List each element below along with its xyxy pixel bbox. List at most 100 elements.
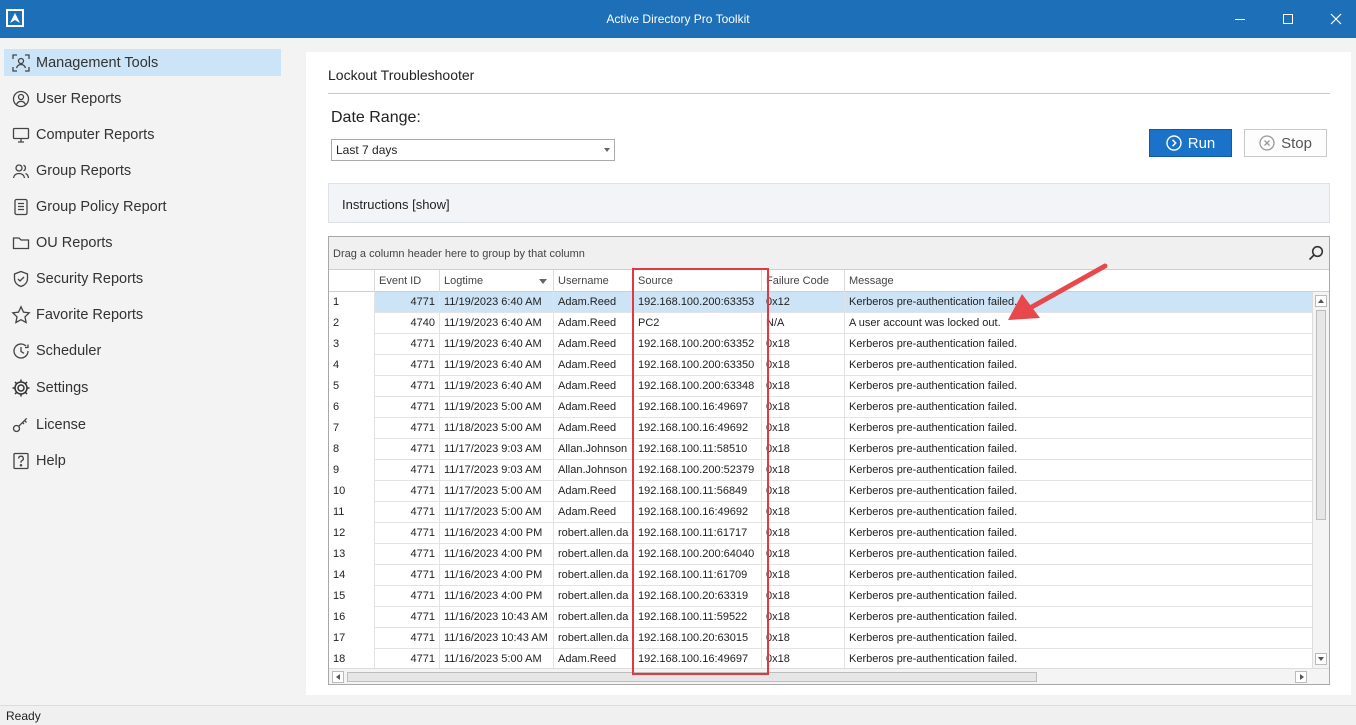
key-icon (4, 416, 34, 434)
cell-message: Kerberos pre-authentication failed. (844, 397, 1312, 418)
column-header-message[interactable]: Message (844, 270, 1329, 292)
cell-failure-code: 0x18 (761, 586, 844, 607)
table-row[interactable]: 16 4771 11/16/2023 10:43 AM robert.allen.da… (329, 607, 1312, 628)
cell-message: Kerberos pre-authentication failed. (844, 628, 1312, 649)
scroll-down-icon[interactable] (1315, 653, 1327, 665)
sidebar-item-label: OU Reports (36, 234, 113, 251)
sidebar-item-label: User Reports (36, 90, 122, 107)
table-row[interactable]: 15 4771 11/16/2023 4:00 PM robert.allen.da 1… (329, 586, 1312, 607)
table-row[interactable]: 11 4771 11/17/2023 5:00 AM Adam.Reed 192.168… (329, 502, 1312, 523)
sidebar-item-help[interactable]: Help (4, 447, 281, 474)
table-row[interactable]: 6 4771 11/19/2023 5:00 AM Adam.Reed 192.168.… (329, 397, 1312, 418)
table-row[interactable]: 10 4771 11/17/2023 5:00 AM Adam.Reed 192.168… (329, 481, 1312, 502)
cell-failure-code: 0x18 (761, 523, 844, 544)
sidebar-item-user-reports[interactable]: User Reports (4, 85, 281, 112)
scroll-left-icon[interactable] (332, 671, 344, 683)
cell-message: Kerberos pre-authentication failed. (844, 586, 1312, 607)
scroll-thumb[interactable] (1316, 310, 1326, 520)
stop-button-label: Stop (1281, 134, 1312, 152)
run-button[interactable]: Run (1149, 129, 1232, 157)
group-by-panel[interactable]: Drag a column header here to group by th… (329, 237, 1329, 270)
scroll-thumb-horizontal[interactable] (347, 672, 1037, 682)
cell-failure-code: 0x18 (761, 544, 844, 565)
row-number: 14 (329, 565, 374, 586)
cell-logtime: 11/19/2023 5:00 AM (439, 397, 553, 418)
cell-failure-code: 0x18 (761, 481, 844, 502)
cell-event-id: 4771 (374, 418, 439, 439)
cell-message: A user account was locked out. (844, 313, 1312, 334)
sidebar-item-group-reports[interactable]: Group Reports (4, 157, 281, 184)
table-row[interactable]: 2 4740 11/19/2023 6:40 AM Adam.Reed PC2 N/A A … (329, 313, 1312, 334)
cell-logtime: 11/16/2023 4:00 PM (439, 586, 553, 607)
cell-failure-code: 0x18 (761, 397, 844, 418)
cell-event-id: 4771 (374, 628, 439, 649)
cell-event-id: 4771 (374, 376, 439, 397)
cell-failure-code: 0x12 (761, 292, 844, 313)
maximize-button[interactable] (1264, 0, 1312, 38)
close-icon (1330, 13, 1342, 25)
table-row[interactable]: 9 4771 11/17/2023 9:03 AM Allan.Johnson 192.… (329, 460, 1312, 481)
table-row[interactable]: 5 4771 11/19/2023 6:40 AM Adam.Reed 192.168.… (329, 376, 1312, 397)
cell-logtime: 11/17/2023 9:03 AM (439, 439, 553, 460)
column-header-logtime[interactable]: Logtime (439, 270, 553, 292)
vertical-scrollbar[interactable] (1312, 292, 1329, 668)
table-row[interactable]: 14 4771 11/16/2023 4:00 PM robert.allen.da 1… (329, 565, 1312, 586)
cell-source: 192.168.100.200:64040 (633, 544, 761, 565)
scroll-up-icon[interactable] (1315, 295, 1327, 307)
sidebar-item-label: Help (36, 452, 66, 469)
stop-button[interactable]: Stop (1244, 129, 1327, 157)
column-header-username[interactable]: Username (553, 270, 633, 292)
grid-header: Event ID Logtime Username Source Failure… (329, 270, 1329, 292)
table-row[interactable]: 17 4771 11/16/2023 10:43 AM robert.allen.da… (329, 628, 1312, 649)
divider (328, 93, 1330, 94)
cell-message: Kerberos pre-authentication failed. (844, 502, 1312, 523)
gear-icon (4, 378, 34, 398)
search-icon[interactable] (1308, 245, 1324, 264)
cell-source: 192.168.100.16:49692 (633, 502, 761, 523)
cell-failure-code: 0x18 (761, 439, 844, 460)
cell-event-id: 4771 (374, 607, 439, 628)
sidebar-item-label: Scheduler (36, 342, 102, 359)
date-range-value: Last 7 days (336, 143, 398, 157)
sidebar-item-group-policy-report[interactable]: Group Policy Report (4, 193, 281, 220)
table-row[interactable]: 18 4771 11/16/2023 5:00 AM Adam.Reed 192.168… (329, 649, 1312, 668)
sidebar-item-ou-reports[interactable]: OU Reports (4, 229, 281, 256)
user-circle-icon (4, 90, 34, 108)
horizontal-scrollbar[interactable] (329, 668, 1329, 684)
instructions-toggle[interactable]: Instructions [show] (328, 183, 1330, 223)
group-icon (4, 162, 34, 180)
column-header-event-id[interactable]: Event ID (374, 270, 439, 292)
cell-username: robert.allen.da (553, 544, 633, 565)
cell-event-id: 4771 (374, 586, 439, 607)
column-header-failure-code[interactable]: Failure Code (761, 270, 844, 292)
cell-failure-code: 0x18 (761, 418, 844, 439)
table-row[interactable]: 13 4771 11/16/2023 4:00 PM robert.allen.da 1… (329, 544, 1312, 565)
sidebar-item-scheduler[interactable]: Scheduler (4, 337, 281, 364)
row-number: 10 (329, 481, 374, 502)
sidebar-item-favorite-reports[interactable]: Favorite Reports (4, 301, 281, 328)
scroll-right-icon[interactable] (1295, 671, 1307, 683)
sidebar-item-security-reports[interactable]: Security Reports (4, 265, 281, 292)
column-header-source[interactable]: Source (633, 270, 761, 292)
cell-username: Allan.Johnson (553, 439, 633, 460)
status-text: Ready (6, 709, 41, 723)
table-row[interactable]: 12 4771 11/16/2023 4:00 PM robert.allen.da 1… (329, 523, 1312, 544)
minimize-button[interactable] (1216, 0, 1264, 38)
cell-username: Adam.Reed (553, 502, 633, 523)
table-row[interactable]: 7 4771 11/18/2023 5:00 AM Adam.Reed 192.168.… (329, 418, 1312, 439)
sidebar-item-computer-reports[interactable]: Computer Reports (4, 121, 281, 148)
close-button[interactable] (1312, 0, 1356, 38)
table-row[interactable]: 3 4771 11/19/2023 6:40 AM Adam.Reed 192.168.… (329, 334, 1312, 355)
cell-source: 192.168.100.200:52379 (633, 460, 761, 481)
cell-username: Adam.Reed (553, 355, 633, 376)
row-number: 18 (329, 649, 374, 668)
sidebar-item-management-tools[interactable]: Management Tools (4, 49, 281, 76)
sidebar-item-license[interactable]: License (4, 411, 281, 438)
table-row[interactable]: 1 4771 11/19/2023 6:40 AM Adam.Reed 192.168.… (329, 292, 1312, 313)
table-row[interactable]: 8 4771 11/17/2023 9:03 AM Allan.Johnson 192.… (329, 439, 1312, 460)
date-range-select[interactable]: Last 7 days (331, 139, 615, 161)
table-row[interactable]: 4 4771 11/19/2023 6:40 AM Adam.Reed 192.168.… (329, 355, 1312, 376)
sidebar-item-settings[interactable]: Settings (4, 374, 281, 401)
cell-source: 192.168.100.200:63352 (633, 334, 761, 355)
sidebar-item-label: Group Reports (36, 162, 132, 179)
